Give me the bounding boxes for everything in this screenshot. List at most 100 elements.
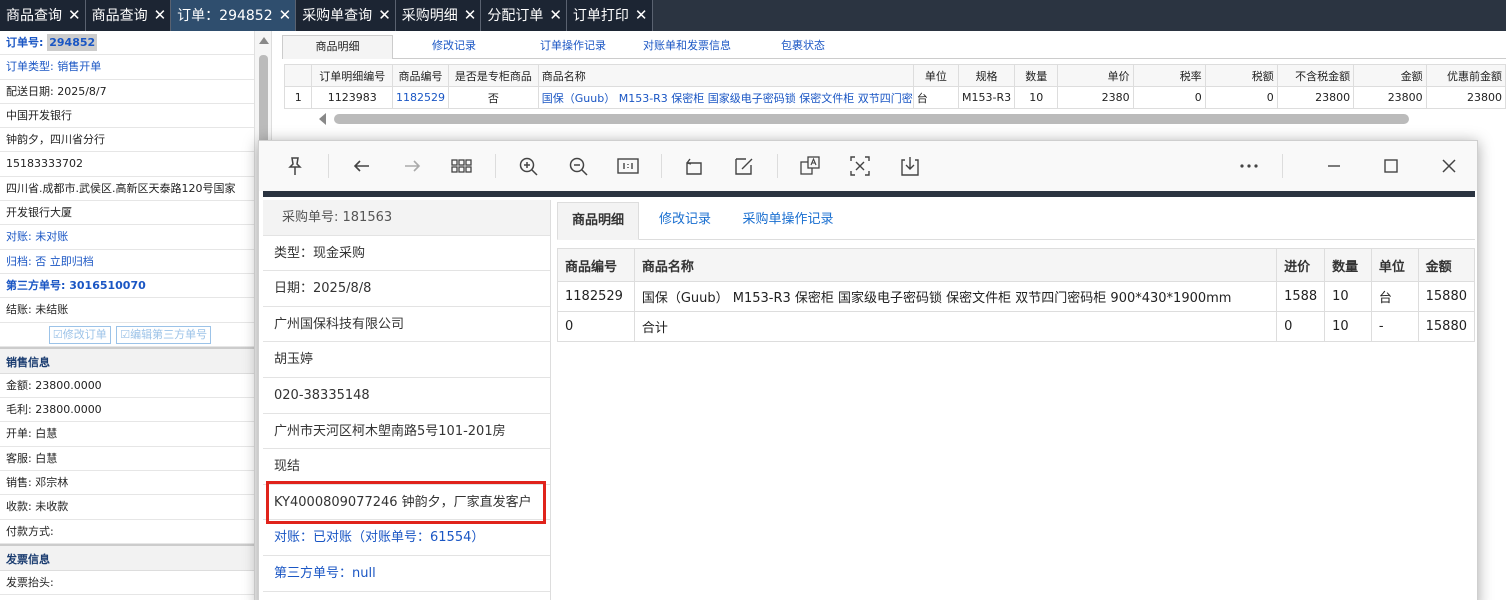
top-tab-bar: 商品查询 ✕ 商品查询 ✕ 订单：294852 ✕ 采购单查询 ✕ 采购明细 ✕ 分配订单… [0,0,1506,31]
cell-product-no[interactable]: 1182529 [392,86,450,109]
order-action-buttons: ☑修改订单 ☑编辑第三方单号 [0,323,254,347]
edit-third-party-label: 编辑第三方单号 [130,327,208,341]
tab-purchase-detail[interactable]: 采购明细 ✕ [395,0,482,31]
bg-tab-order-ops[interactable]: 订单操作记录 [518,35,628,59]
minimize-icon[interactable] [1323,155,1345,177]
pin-icon[interactable] [284,155,306,177]
tab-purchase-query[interactable]: 采购单查询 ✕ [296,0,396,31]
edit-third-party-button[interactable]: ☑编辑第三方单号 [116,325,212,344]
edit-order-button[interactable]: ☑修改订单 [48,325,111,344]
reconcile-status-row: 对账：已对账（对账单号：61554） [263,520,550,556]
invoice-info-header: 发票信息 [0,543,254,571]
archive-row[interactable]: 归档: 否 立即归档 [0,250,254,274]
bg-tab-product-detail[interactable]: 商品明细 [282,35,393,59]
cell-cost-price: 0 [1276,311,1326,342]
close-icon[interactable]: ✕ [464,6,477,24]
bg-tab-modify-log[interactable]: 修改记录 [412,35,496,59]
horizontal-scroll-thumb[interactable] [334,114,1409,124]
cell-product-name: 合计 [633,311,1278,342]
tab-product-detail[interactable]: 商品明细 [557,202,639,240]
table-row: 1182529 国保（Guub） M153-R3 保密柜 国家级电子密码锁 保密… [557,281,1476,312]
more-icon[interactable] [1238,155,1260,177]
cell-amount: 23800 [1353,86,1427,109]
supplier-address-row: 广州市天河区柯木塱南路5号101-201房 [263,414,550,450]
order-detail-tabs: 商品明细 修改记录 订单操作记录 对账单和发票信息 包裹状态 [282,35,1506,59]
viewer-image-top-edge [263,191,1475,197]
col-product-name: 商品名称 [633,248,1278,282]
translate-icon[interactable] [799,155,821,177]
tab-product-query-1[interactable]: 商品查询 ✕ [0,0,86,31]
sales-info-header: 销售信息 [0,346,254,374]
close-icon[interactable]: ✕ [549,6,562,24]
scroll-up-icon[interactable] [259,37,269,44]
actual-size-icon[interactable] [617,155,639,177]
bg-tab-invoice[interactable]: 对账单和发票信息 [634,35,740,59]
gross-profit-row: 毛利: 23800.0000 [0,398,254,423]
cell-qty: 10 [1014,86,1059,109]
col-counter: 是否是专柜商品 [448,64,539,87]
scroll-left-icon[interactable] [319,113,326,125]
extract-text-icon[interactable] [849,155,871,177]
close-icon[interactable]: ✕ [635,6,648,24]
col-pretax: 不含税金额 [1276,64,1355,87]
reconcile-row[interactable]: 对账: 未对账 [0,225,254,250]
maximize-icon[interactable] [1380,155,1402,177]
col-qty: 数量 [1014,64,1059,87]
tab-product-query-2[interactable]: 商品查询 ✕ [85,0,172,31]
tab-purchase-ops[interactable]: 采购单操作记录 [731,202,845,240]
cell-product-name[interactable]: 国保（Guub） M153-R3 保密柜 国家级电子密码锁 保密文件柜 双节四门… [537,86,914,109]
tab-order-print[interactable]: 订单打印 ✕ [566,0,653,31]
toolbar-divider [661,154,662,178]
payment-status-row: 收款: 未收款 [0,495,254,520]
table-header-row: 订单明细编号 商品编号 是否是专柜商品 商品名称 单位 规格 数量 单价 税率 … [283,64,1506,87]
tab-label: 商品查询 [91,8,148,24]
col-cost-price: 进价 [1276,248,1326,282]
cell-amount: 15880 [1417,311,1476,342]
issuer-row: 开单: 白慧 [0,422,254,447]
purchase-detail-area: 商品明细 修改记录 采购单操作记录 商品编号 商品名称 进价 数量 单位 金额 … [557,202,1476,600]
close-icon[interactable]: ✕ [68,6,81,24]
third-party-row: 第三方单号: 3016510070 [0,274,254,299]
order-info-panel: 订单号: 294852 订单类型: 销售开单 配送日期: 2025/8/7 中国… [0,31,272,600]
cell-product-no: 0 [557,311,635,342]
zoom-in-icon[interactable] [517,155,539,177]
edit-icon[interactable] [733,155,755,177]
tab-order[interactable]: 订单：294852 ✕ [171,0,297,31]
back-arrow-icon[interactable] [351,155,373,177]
cell-counter: 否 [448,86,539,109]
download-icon[interactable] [899,155,921,177]
table-row[interactable]: 1 1123983 1182529 否 国保（Guub） M153-R3 保密柜… [283,86,1506,109]
col-tax: 税额 [1204,64,1278,87]
tab-modify-log[interactable]: 修改记录 [645,202,725,240]
cell-cost-price: 1588 [1276,281,1326,312]
cell-index: 1 [283,86,313,109]
col-spec: 规格 [958,64,1016,87]
col-amount: 金额 [1417,248,1476,282]
close-icon[interactable]: ✕ [378,6,391,24]
purchase-type-row: 类型：现金采购 [263,236,550,272]
address-row-2: 开发银行大厦 [0,201,254,226]
col-product-no: 商品编号 [392,64,450,87]
forward-arrow-icon[interactable] [401,155,423,177]
close-icon[interactable]: ✕ [279,6,292,24]
cell-qty: 10 [1324,311,1372,342]
close-icon[interactable]: ✕ [154,6,167,24]
amount-row: 金额: 23800.0000 [0,374,254,399]
bg-tab-package[interactable]: 包裹状态 [766,35,840,59]
grid-icon[interactable] [450,155,472,177]
cell-qty: 10 [1324,281,1372,312]
cell-pre-discount: 23800 [1425,86,1506,109]
tab-assign-order[interactable]: 分配订单 ✕ [481,0,567,31]
service-row: 客服: 白慧 [0,447,254,472]
col-unit: 单位 [912,64,960,87]
toolbar-divider [777,154,778,178]
tab-label: 订单：294852 [177,8,273,24]
toolbar-divider [328,154,329,178]
close-icon[interactable] [1438,155,1460,177]
image-viewer-window: 采购单号: 181563 类型：现金采购 日期：2025/8/8 广州国保科技有… [258,140,1478,600]
rotate-icon[interactable] [683,155,705,177]
zoom-out-icon[interactable] [567,155,589,177]
tab-label: 采购单查询 [302,8,373,24]
delivery-date-row: 配送日期: 2025/8/7 [0,80,254,104]
address-row-1: 四川省.成都市.武侯区.高新区天泰路120号国家 [0,177,254,202]
